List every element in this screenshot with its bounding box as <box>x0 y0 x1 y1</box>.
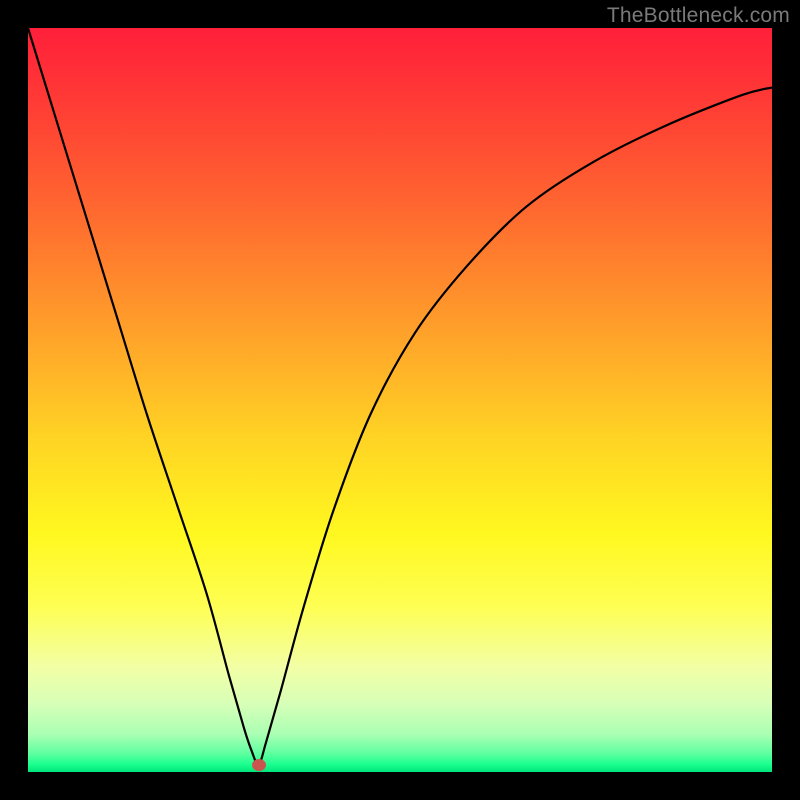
minimum-marker <box>252 759 266 771</box>
curve-svg <box>28 28 772 772</box>
plot-area <box>28 28 772 772</box>
bottleneck-curve <box>28 28 772 765</box>
watermark-text: TheBottleneck.com <box>607 4 790 28</box>
chart-frame: TheBottleneck.com <box>0 0 800 800</box>
